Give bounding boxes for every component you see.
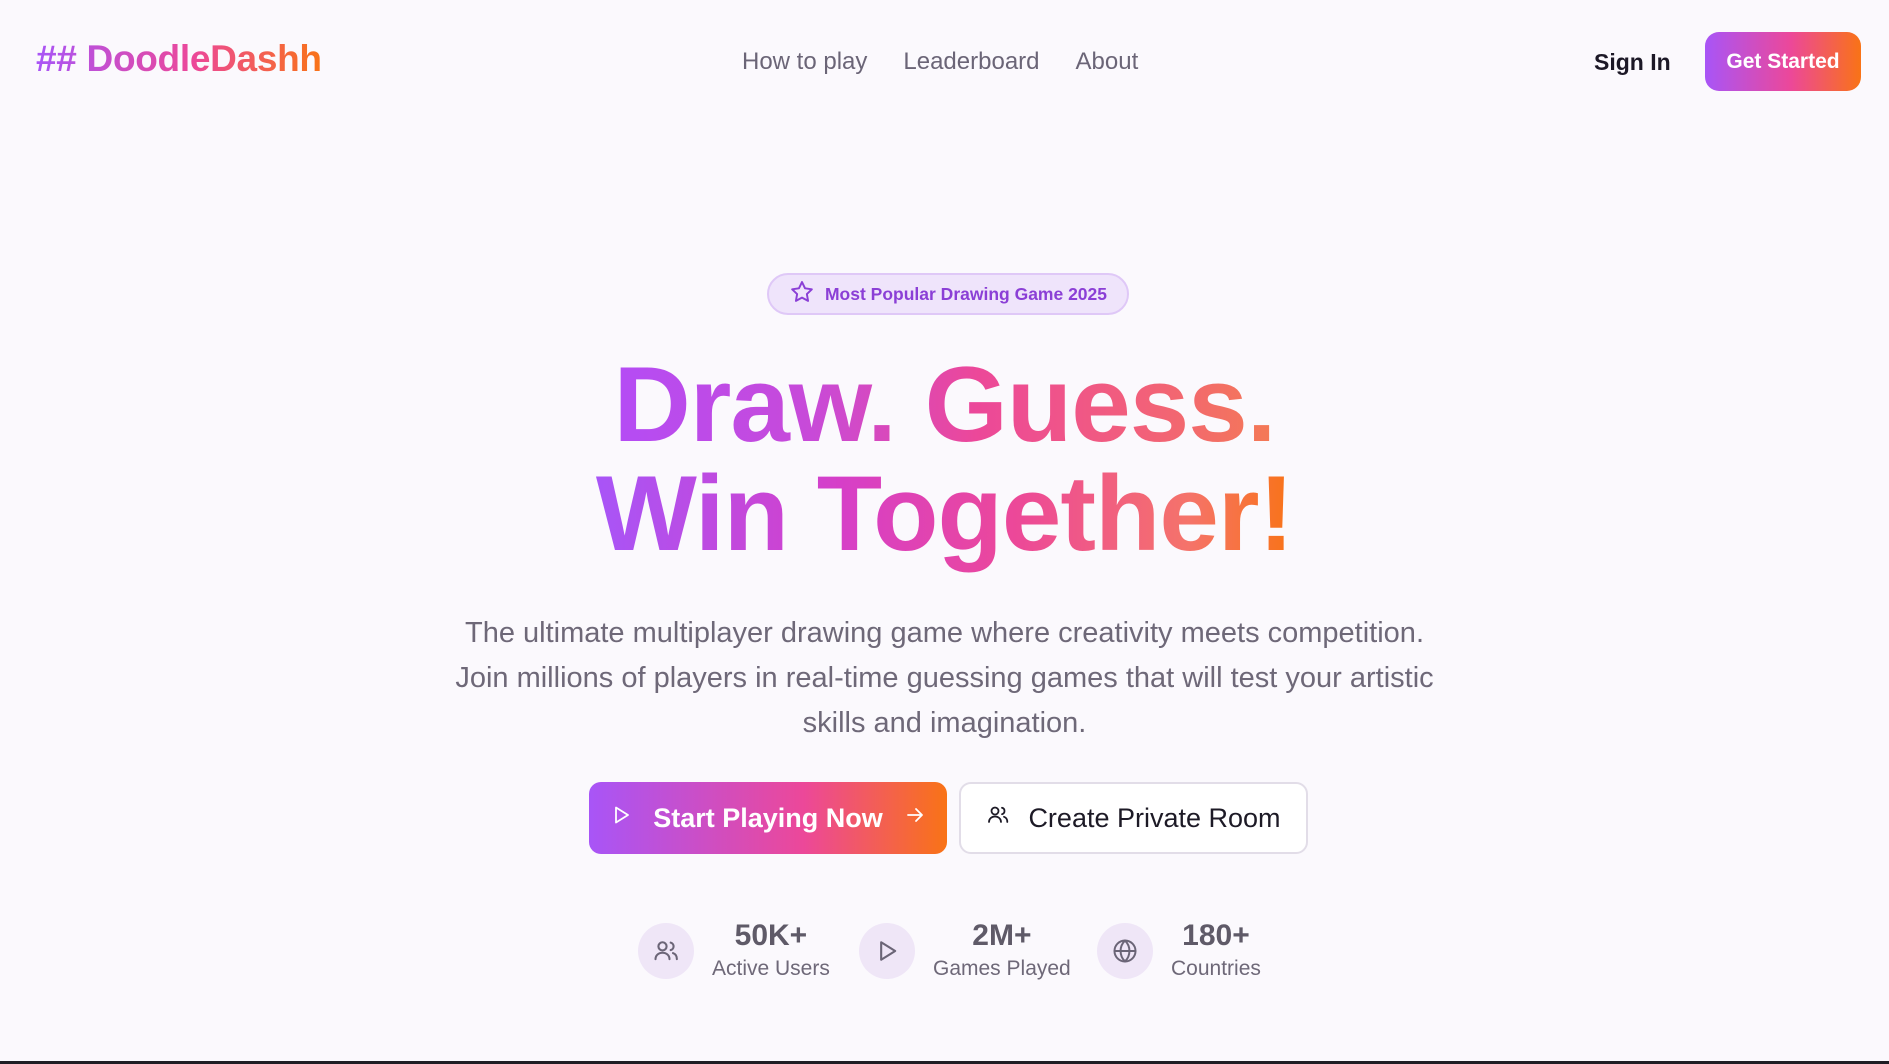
hero-description: The ultimate multiplayer drawing game wh… — [455, 617, 1434, 739]
nav-how-to-play[interactable]: How to play — [742, 48, 867, 76]
popular-badge: Most Popular Drawing Game 2025 — [767, 273, 1129, 315]
main-nav: How to play Leaderboard About — [742, 48, 1138, 76]
sign-in-link[interactable]: Sign In — [1594, 49, 1671, 76]
users-icon — [638, 923, 694, 979]
headline-line-2: Win Together! — [595, 453, 1294, 573]
get-started-button[interactable]: Get Started — [1705, 32, 1861, 91]
play-icon — [609, 803, 633, 834]
users-icon — [986, 803, 1010, 834]
globe-icon — [1097, 923, 1153, 979]
logo[interactable]: ## DoodleDashh — [36, 38, 322, 80]
stat-games-played: 2M+ Games Played — [859, 918, 1071, 984]
stat-label: Countries — [1171, 957, 1261, 980]
start-playing-label: Start Playing Now — [653, 802, 883, 833]
star-icon — [789, 279, 815, 310]
create-private-room-label: Create Private Room — [1028, 802, 1281, 833]
create-private-room-button[interactable]: Create Private Room — [959, 782, 1308, 854]
stat-countries: 180+ Countries — [1097, 918, 1261, 984]
nav-about[interactable]: About — [1076, 48, 1139, 76]
stat-value: 2M+ — [972, 919, 1032, 952]
stat-value: 180+ — [1182, 919, 1250, 952]
badge-label: Most Popular Drawing Game 2025 — [824, 283, 1108, 304]
landing-page: ## DoodleDashh How to play Leaderboard A… — [0, 0, 1889, 1064]
stat-label: Active Users — [712, 957, 830, 980]
start-playing-button[interactable]: Start Playing Now — [589, 782, 947, 854]
stat-label: Games Played — [933, 957, 1071, 980]
stat-active-users: 50K+ Active Users — [638, 918, 830, 984]
hero-headline: Draw. Guess. Win Together! — [0, 350, 1889, 568]
stat-value: 50K+ — [734, 919, 808, 952]
nav-leaderboard[interactable]: Leaderboard — [903, 48, 1039, 76]
play-icon — [859, 923, 915, 979]
headline-line-1: Draw. Guess. — [613, 344, 1277, 464]
arrow-right-icon — [903, 803, 927, 834]
